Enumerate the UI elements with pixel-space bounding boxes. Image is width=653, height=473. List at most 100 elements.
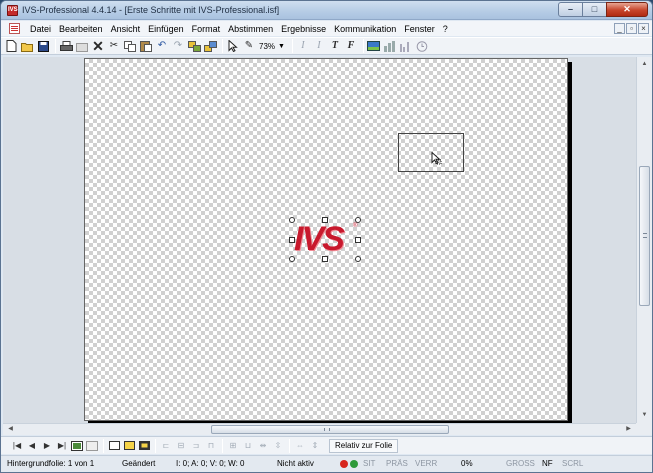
filled-frame-icon[interactable]	[137, 439, 151, 453]
resize-handle-s[interactable]	[322, 256, 328, 262]
pointer-icon[interactable]	[226, 39, 240, 53]
vertical-scrollbar[interactable]: ▲ ▼	[636, 57, 652, 423]
resize-handle-sw[interactable]	[289, 256, 295, 262]
scroll-right-icon[interactable]: ▶	[621, 422, 636, 437]
first-slide-icon[interactable]: |◀	[10, 439, 24, 453]
cut-icon[interactable]: ✂	[107, 39, 121, 53]
menu-einfuegen[interactable]: Einfügen	[144, 24, 188, 34]
same-height-icon[interactable]: ⇕	[308, 439, 322, 453]
toolbar-separator	[222, 39, 223, 53]
toolbar-separator	[222, 438, 223, 453]
chart-icon[interactable]	[383, 39, 397, 53]
resize-handle-w[interactable]	[289, 237, 295, 243]
doc-restore-button[interactable]: ▫	[626, 23, 637, 34]
insert-slide-icon[interactable]	[70, 439, 84, 453]
same-width-icon[interactable]: ⇔	[293, 439, 307, 453]
resize-handle-e[interactable]	[355, 237, 361, 243]
maximize-button[interactable]: □	[582, 2, 607, 17]
menu-bearbeiten[interactable]: Bearbeiten	[55, 24, 107, 34]
italic-icon[interactable]: I	[296, 39, 310, 53]
menu-fenster[interactable]: Fenster	[400, 24, 439, 34]
distribute-h-icon[interactable]: ⇹	[256, 439, 270, 453]
align-top-icon[interactable]: ⊓	[204, 439, 218, 453]
toolbar-separator	[289, 438, 290, 453]
copy-icon[interactable]	[123, 39, 137, 53]
yellow-frame-icon[interactable]	[122, 439, 136, 453]
align-middle-icon[interactable]: ⊞	[226, 439, 240, 453]
redo-icon[interactable]: ↷	[171, 39, 185, 53]
resize-handle-nw[interactable]	[289, 217, 295, 223]
menu-abstimmen[interactable]: Abstimmen	[224, 24, 277, 34]
previous-slide-icon[interactable]: ◀	[25, 439, 39, 453]
menu-datei[interactable]: Datei	[26, 24, 55, 34]
app-icon[interactable]: IVS	[7, 5, 18, 16]
scroll-left-icon[interactable]: ◀	[3, 422, 18, 437]
horizontal-scrollbar[interactable]: ◀ ▶	[3, 423, 636, 435]
menu-format[interactable]: Format	[188, 24, 225, 34]
slide-workspace[interactable]: IVS ®	[3, 57, 636, 425]
status-active: Nicht aktiv	[277, 459, 314, 468]
delete-icon[interactable]: ✕	[91, 39, 105, 53]
new-document-icon[interactable]	[4, 39, 18, 53]
resize-handle-se[interactable]	[355, 256, 361, 262]
distribute-v-icon[interactable]: ⇳	[271, 439, 285, 453]
menu-ansicht[interactable]: Ansicht	[107, 24, 145, 34]
preview-icon[interactable]	[75, 39, 89, 53]
status-counts: I: 0; A: 0; V: 0; W: 0	[176, 459, 245, 468]
slide-canvas[interactable]: IVS ®	[84, 58, 568, 421]
rectangle-icon[interactable]	[107, 439, 121, 453]
toolbar-separator	[155, 438, 156, 453]
italic-alt-icon[interactable]: I	[312, 39, 326, 53]
slide-background-icon[interactable]	[367, 39, 381, 53]
align-left-icon[interactable]: ⊏	[159, 439, 173, 453]
align-center-icon[interactable]: ⊟	[174, 439, 188, 453]
group-icon[interactable]	[187, 39, 201, 53]
menu-kommunikation[interactable]: Kommunikation	[330, 24, 400, 34]
resize-handle-ne[interactable]	[355, 217, 361, 223]
text-bold-icon[interactable]: T	[328, 39, 342, 53]
title-bar[interactable]: IVS IVS-Professional 4.4.14 - [Erste Sch…	[1, 1, 652, 20]
document-icon[interactable]	[9, 23, 20, 34]
document-window-controls: _ ▫ ×	[613, 23, 649, 34]
menu-help[interactable]: ?	[439, 24, 452, 34]
green-status-icon	[350, 460, 358, 468]
scroll-down-icon[interactable]: ▼	[637, 408, 652, 423]
status-changed: Geändert	[122, 459, 156, 468]
timer-icon[interactable]	[415, 39, 429, 53]
resize-handle-n[interactable]	[322, 217, 328, 223]
chevron-down-icon[interactable]: ▼	[278, 43, 285, 50]
relative-to-slide-button[interactable]: Relativ zur Folie	[329, 438, 399, 453]
ivs-logo[interactable]: IVS ®	[292, 220, 359, 260]
pen-icon[interactable]: ✎	[242, 39, 256, 53]
align-bottom-icon[interactable]: ⊔	[241, 439, 255, 453]
bar-chart-icon[interactable]	[399, 39, 413, 53]
next-slide-icon[interactable]: ▶	[40, 439, 54, 453]
main-toolbar: ✕ ✂ ↶ ↷ ✎ 73% ▼ I I T F	[1, 37, 652, 55]
open-folder-icon[interactable]	[20, 39, 34, 53]
status-pras: PRÄS	[386, 459, 408, 468]
scroll-up-icon[interactable]: ▲	[637, 57, 652, 72]
red-status-icon	[340, 460, 348, 468]
logo-text: IVS	[294, 220, 345, 258]
minimize-button[interactable]: –	[558, 2, 583, 17]
vertical-scroll-thumb[interactable]	[639, 166, 650, 306]
toolbar-separator	[103, 438, 104, 453]
doc-close-button[interactable]: ×	[638, 23, 649, 34]
slide-sorter-icon[interactable]	[85, 439, 99, 453]
doc-minimize-button[interactable]: _	[614, 23, 625, 34]
ungroup-icon[interactable]	[203, 39, 217, 53]
undo-icon[interactable]: ↶	[155, 39, 169, 53]
save-icon[interactable]	[36, 39, 50, 53]
print-icon[interactable]	[59, 39, 73, 53]
zoom-select[interactable]: 73%	[259, 42, 275, 51]
toolbar-separator	[291, 39, 293, 53]
align-right-icon[interactable]: ⊐	[189, 439, 203, 453]
close-button[interactable]: ✕	[606, 2, 648, 17]
text-format-icon[interactable]: F	[344, 39, 358, 53]
last-slide-icon[interactable]: ▶|	[55, 439, 69, 453]
status-bar: Hintergrundfolie: 1 von 1 Geändert I: 0;…	[1, 455, 652, 472]
paste-icon[interactable]	[139, 39, 153, 53]
horizontal-scroll-thumb[interactable]	[211, 425, 449, 434]
menu-ergebnisse[interactable]: Ergebnisse	[277, 24, 330, 34]
toolbar-separator	[362, 39, 364, 53]
